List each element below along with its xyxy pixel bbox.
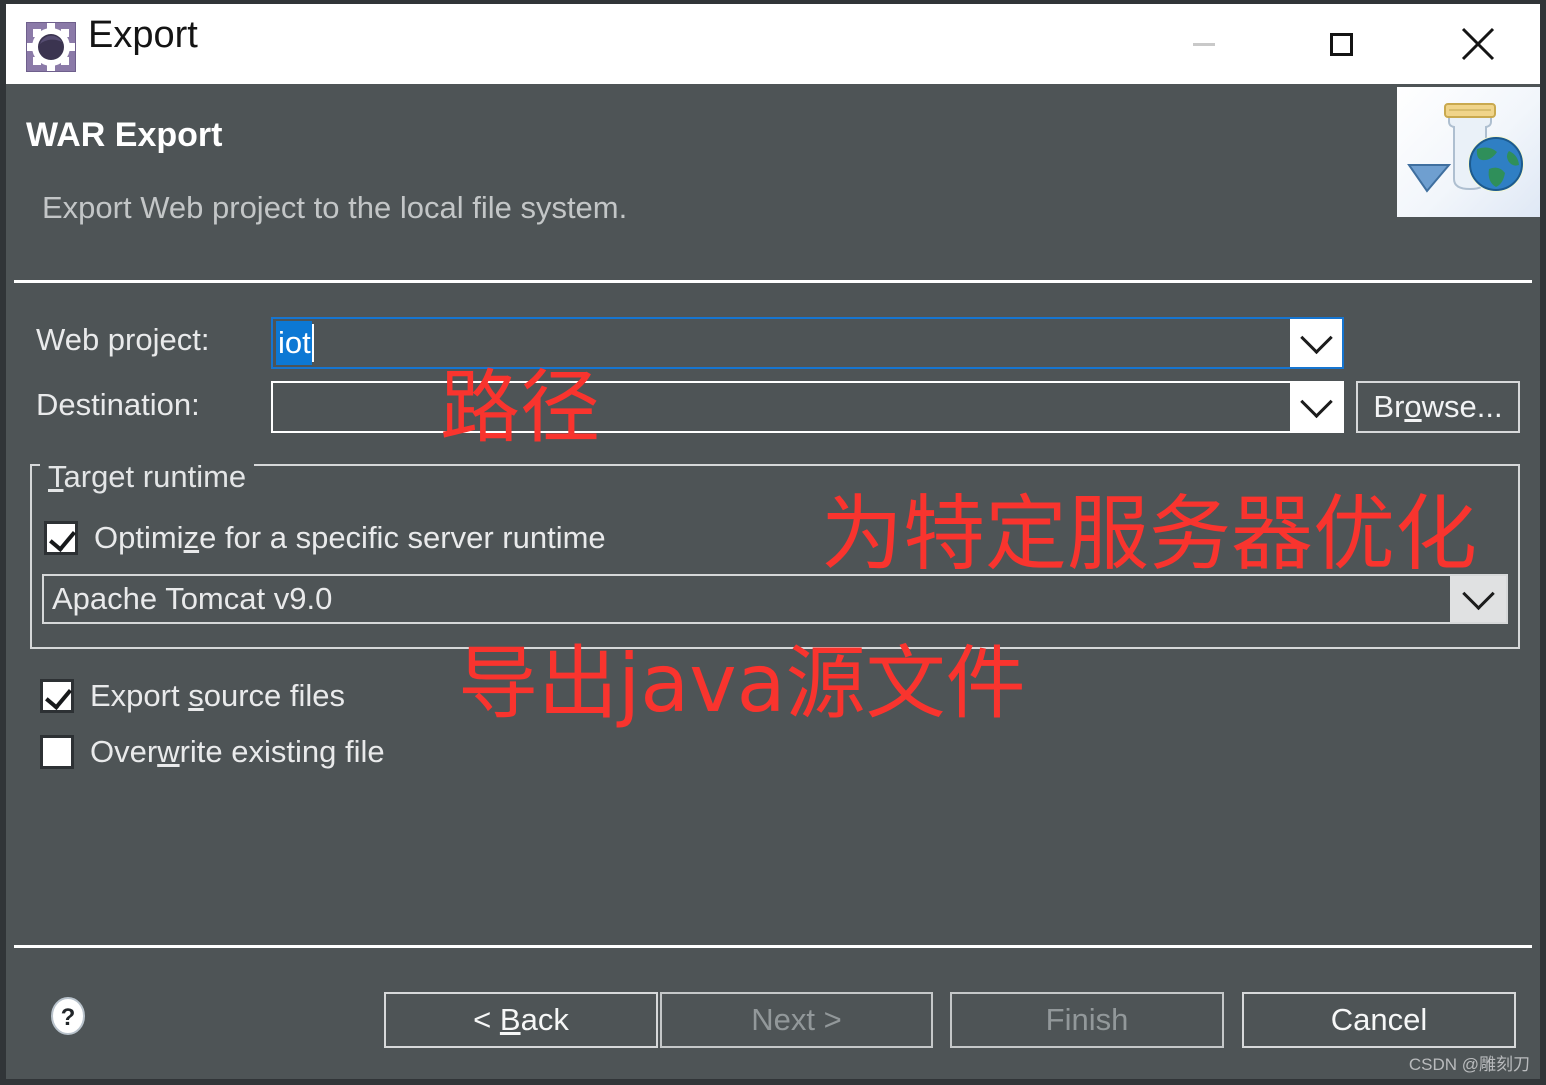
web-project-label: Web project: bbox=[36, 322, 210, 357]
destination-dropdown-button[interactable] bbox=[1290, 383, 1342, 431]
svg-text:?: ? bbox=[61, 1004, 76, 1031]
export-source-checkbox[interactable] bbox=[40, 679, 74, 713]
export-source-checkbox-row[interactable]: Export source files bbox=[40, 678, 345, 714]
runtime-dropdown-button[interactable] bbox=[1450, 576, 1506, 622]
annotation-optimize: 为特定服务器优化 bbox=[821, 487, 1478, 582]
web-project-value: iot bbox=[276, 321, 312, 365]
dialog-header: WAR Export Export Web project to the loc… bbox=[6, 84, 1540, 280]
annotation-export-source: 导出java源文件 bbox=[458, 637, 1026, 730]
optimize-checkbox-label: Optimize for a specific server runtime bbox=[94, 520, 606, 555]
web-project-dropdown-button[interactable] bbox=[1290, 319, 1342, 367]
browse-button[interactable]: Browse... bbox=[1356, 381, 1520, 433]
back-button[interactable]: < Back bbox=[384, 992, 658, 1048]
page-subtitle: Export Web project to the local file sys… bbox=[42, 190, 628, 225]
maximize-button[interactable] bbox=[1295, 4, 1387, 84]
chevron-down-icon bbox=[1299, 321, 1333, 354]
web-project-input[interactable]: iot bbox=[273, 319, 1290, 367]
annotation-path: 路径 bbox=[440, 361, 600, 454]
overwrite-checkbox-label: Overwrite existing file bbox=[90, 734, 385, 769]
export-dialog: Export WAR Export Export Web project to … bbox=[0, 0, 1546, 1085]
minimize-button[interactable] bbox=[1158, 4, 1250, 84]
optimize-checkbox-row[interactable]: Optimize for a specific server runtime bbox=[44, 520, 606, 556]
target-runtime-legend: Target runtime bbox=[40, 459, 255, 495]
export-source-checkbox-label: Export source files bbox=[90, 678, 346, 713]
title-bar: Export bbox=[6, 4, 1540, 84]
finish-button-label: Finish bbox=[1045, 1002, 1129, 1037]
csdn-watermark: CSDN @雕刻刀 bbox=[1408, 1055, 1530, 1074]
minimize-icon bbox=[1193, 42, 1215, 46]
cancel-button[interactable]: Cancel bbox=[1242, 992, 1516, 1048]
finish-button[interactable]: Finish bbox=[950, 992, 1224, 1048]
page-title: WAR Export bbox=[26, 116, 223, 154]
next-button-label: Next > bbox=[751, 1002, 842, 1037]
optimize-checkbox[interactable] bbox=[44, 521, 78, 555]
destination-combo[interactable] bbox=[271, 381, 1344, 433]
cancel-button-label: Cancel bbox=[1330, 1002, 1428, 1037]
war-jar-globe-icon bbox=[1397, 87, 1540, 217]
web-project-combo[interactable]: iot bbox=[271, 317, 1344, 369]
maximize-icon bbox=[1329, 32, 1353, 56]
destination-label: Destination: bbox=[36, 387, 200, 422]
text-caret bbox=[311, 324, 314, 362]
help-question-icon[interactable]: ? bbox=[48, 996, 88, 1036]
browse-button-label: Browse... bbox=[1373, 389, 1503, 424]
chevron-down-icon bbox=[1299, 385, 1333, 418]
next-button[interactable]: Next > bbox=[660, 992, 933, 1048]
eclipse-export-icon bbox=[25, 21, 77, 73]
window-title: Export bbox=[88, 14, 198, 56]
close-icon bbox=[1461, 27, 1495, 61]
runtime-value[interactable]: Apache Tomcat v9.0 bbox=[44, 576, 1450, 622]
close-button[interactable] bbox=[1432, 4, 1524, 84]
destination-input[interactable] bbox=[273, 383, 1290, 431]
overwrite-checkbox-row[interactable]: Overwrite existing file bbox=[40, 734, 385, 770]
overwrite-checkbox[interactable] bbox=[40, 735, 74, 769]
header-divider bbox=[14, 280, 1532, 283]
footer-divider bbox=[14, 945, 1532, 948]
back-button-label: < Back bbox=[473, 1002, 569, 1037]
